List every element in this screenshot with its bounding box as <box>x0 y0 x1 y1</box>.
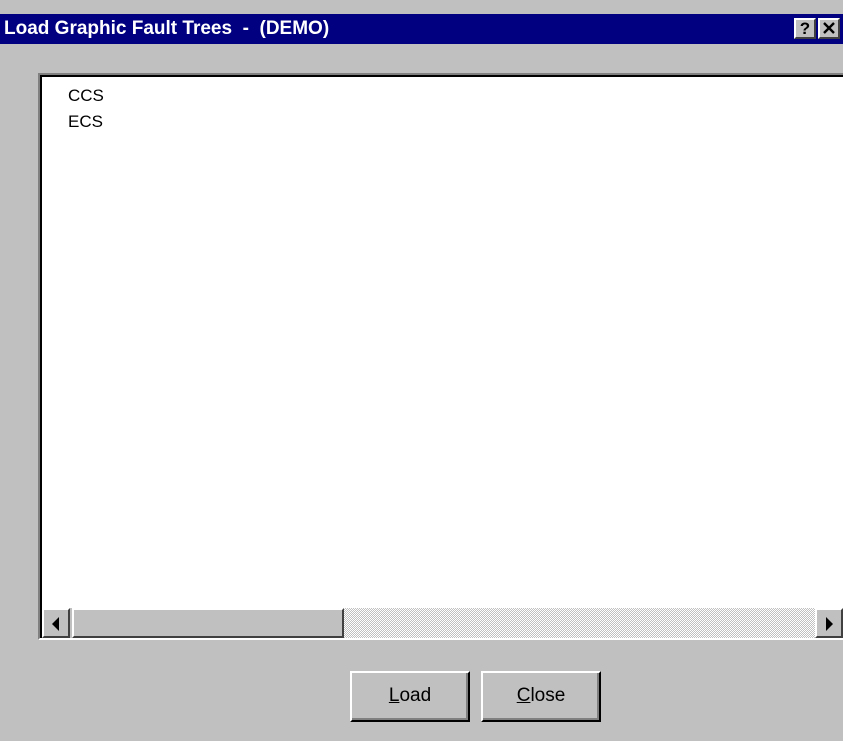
load-button[interactable]: Load <box>350 671 470 722</box>
close-button[interactable]: Close <box>481 671 601 722</box>
load-button-label: oad <box>399 685 432 706</box>
list-items: CCS ECS <box>68 83 104 135</box>
scrollbar-thumb[interactable] <box>72 608 344 638</box>
help-button[interactable]: ? <box>794 18 816 39</box>
list-area: CCS ECS <box>40 75 843 638</box>
help-icon: ? <box>799 19 811 38</box>
fault-tree-list[interactable]: CCS ECS <box>38 73 843 640</box>
horizontal-scrollbar[interactable] <box>42 608 843 638</box>
scroll-right-button[interactable] <box>815 608 843 638</box>
close-icon <box>823 22 835 34</box>
close-button-label: lose <box>530 685 566 706</box>
close-window-button[interactable] <box>818 18 840 39</box>
list-item-ccs[interactable]: CCS <box>68 83 104 109</box>
arrow-left-icon <box>52 617 59 631</box>
list-item-ecs[interactable]: ECS <box>68 109 104 135</box>
close-button-mnemonic: C <box>516 685 531 706</box>
title-bar[interactable]: Load Graphic Fault Trees - (DEMO) ? <box>0 14 843 44</box>
dialog-window: Load Graphic Fault Trees - (DEMO) ? CCS … <box>0 0 843 741</box>
load-button-mnemonic: L <box>388 685 400 706</box>
arrow-right-icon <box>826 617 833 631</box>
window-title: Load Graphic Fault Trees - (DEMO) <box>4 18 330 39</box>
scroll-left-button[interactable] <box>42 608 70 638</box>
